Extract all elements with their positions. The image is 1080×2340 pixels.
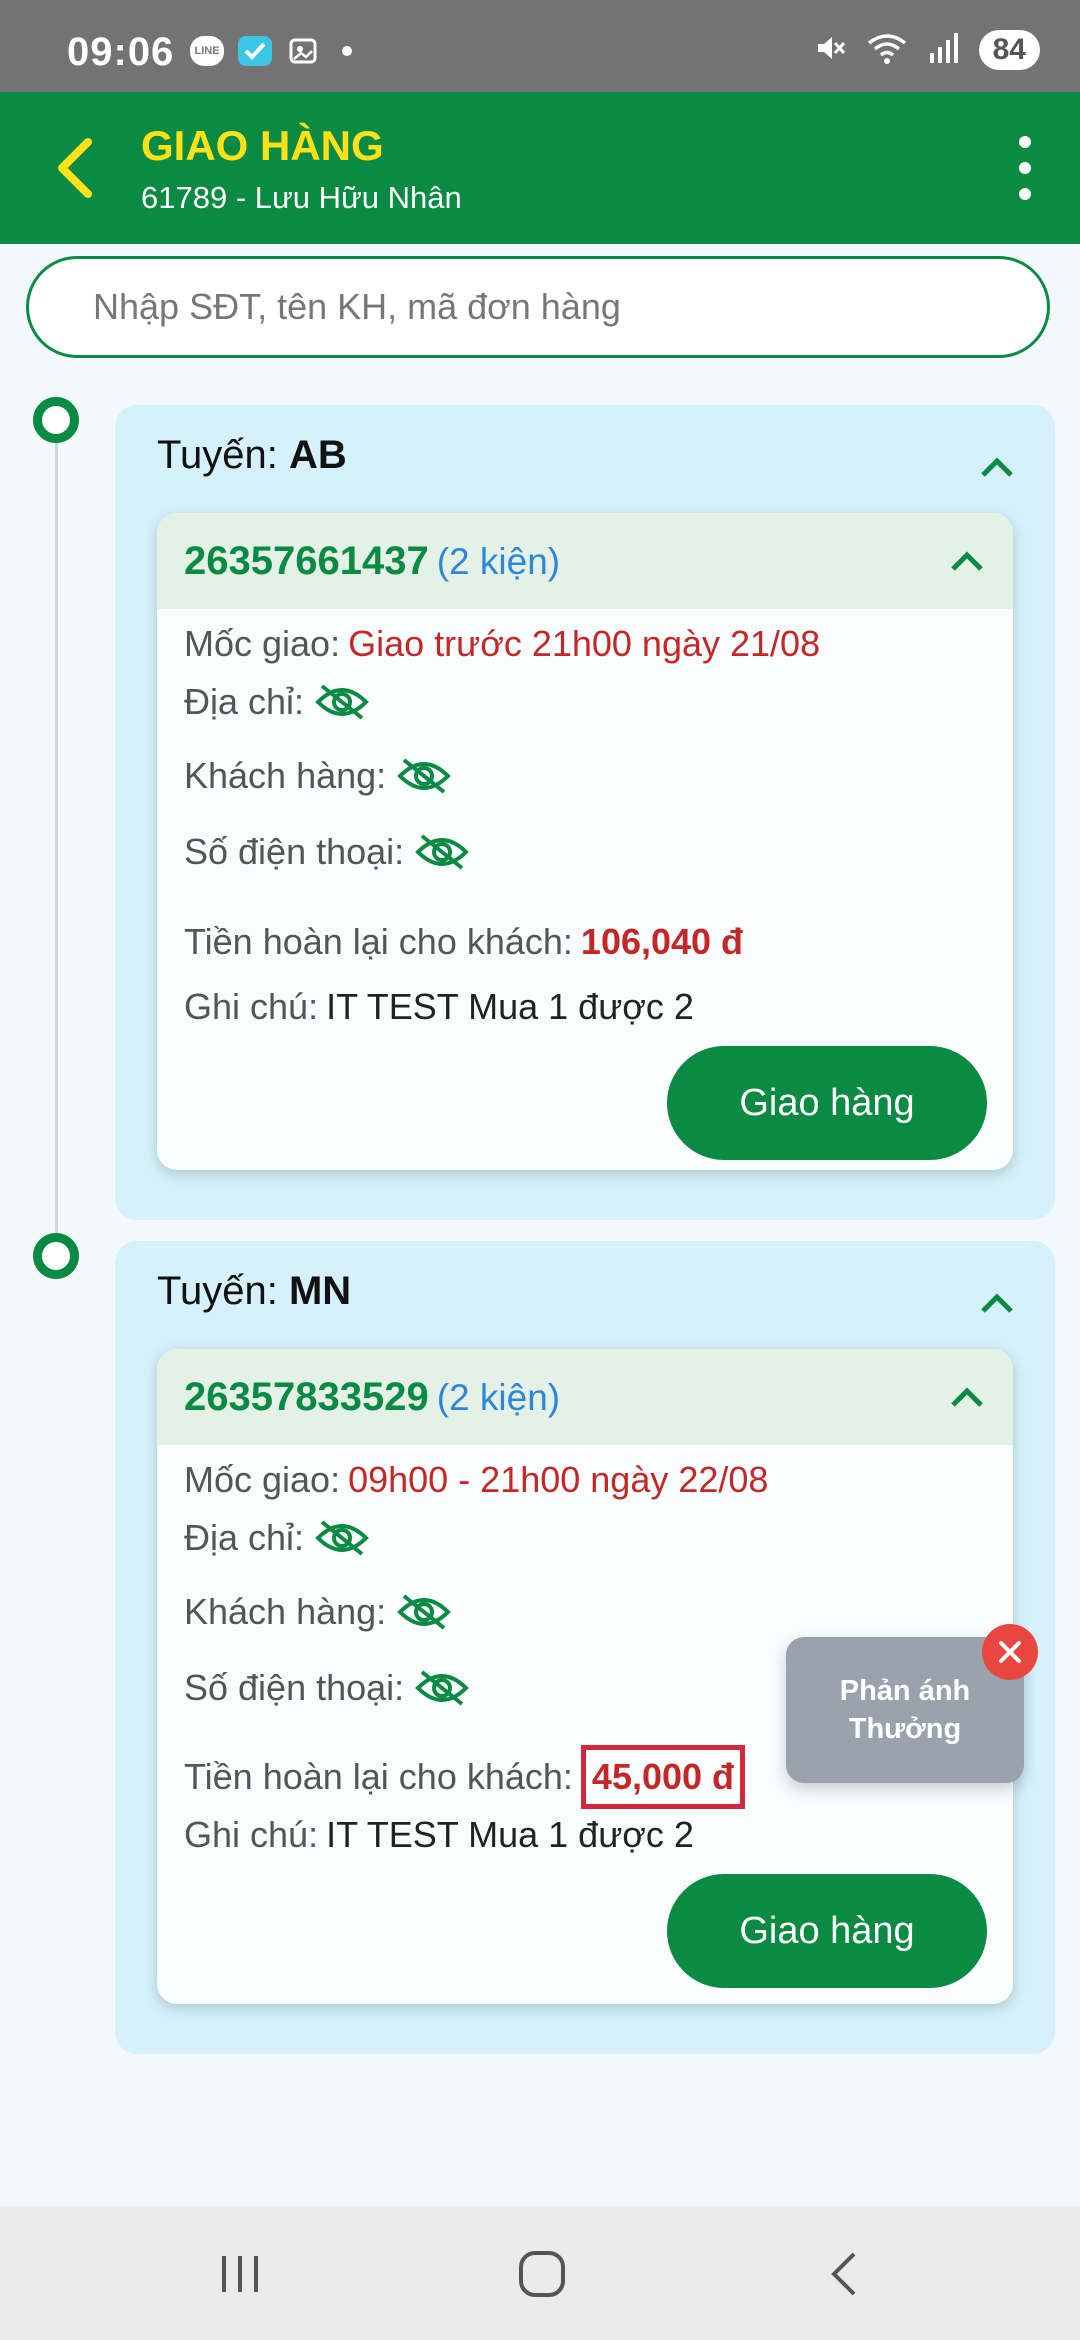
feedback-line-2: Thưởng (848, 1713, 962, 1745)
order-collapse-button[interactable] (947, 541, 987, 581)
customer-row: Khách hàng: (184, 755, 452, 797)
milestone-row: Mốc giao: Giao trước 21h00 ngày 21/08 (184, 623, 820, 665)
home-button[interactable] (502, 2242, 582, 2306)
order-id-line: 26357833529 (2 kiện) (184, 1375, 560, 1420)
address-row: Địa chỉ: (184, 1517, 370, 1559)
dot-icon (342, 46, 352, 56)
recent-apps-button[interactable] (200, 2242, 280, 2306)
close-icon (999, 1641, 1021, 1663)
more-dot-icon (1019, 162, 1031, 174)
chevron-up-icon (951, 1387, 983, 1407)
deliver-button[interactable]: Giao hàng (667, 1874, 987, 1988)
order-card-header[interactable]: 26357661437 (2 kiện) (157, 513, 1013, 609)
back-nav-button[interactable] (804, 2242, 884, 2306)
eye-off-icon[interactable] (414, 1668, 470, 1708)
address-row: Địa chỉ: (184, 681, 370, 723)
phone-label: Số điện thoại: (184, 831, 405, 872)
milestone-label: Mốc giao: (184, 1459, 341, 1500)
route-section-ab: Tuyến: AB 26357661437 (2 kiện) Mốc giao: G… (115, 405, 1055, 1220)
status-right-icons: 84 (813, 30, 1040, 70)
route-name: AB (288, 433, 347, 477)
package-count: (2 kiện) (436, 1377, 561, 1418)
battery-indicator: 84 (978, 30, 1040, 70)
timeline-line (55, 420, 58, 1260)
note-label: Ghi chú: (184, 1814, 319, 1855)
status-bar: 09:06 LINE 84 (0, 0, 1080, 92)
refund-row: Tiền hoàn lại cho khách: 106,040 đ (184, 921, 743, 963)
phone-row: Số điện thoại: (184, 831, 470, 873)
note-value: IT TEST Mua 1 được 2 (326, 986, 694, 1027)
home-icon (519, 2251, 565, 2297)
signal-icon (927, 31, 961, 70)
order-collapse-button[interactable] (947, 1377, 987, 1417)
package-count: (2 kiện) (436, 541, 561, 582)
check-app-icon (238, 36, 272, 66)
milestone-value: 09h00 - 21h00 ngày 22/08 (348, 1459, 769, 1500)
screenshot-icon (286, 36, 320, 66)
page-subtitle: 61789 - Lưu Hữu Nhân (141, 180, 462, 215)
route-collapse-button[interactable] (977, 447, 1017, 487)
system-nav-bar (0, 2206, 1080, 2340)
status-time: 09:06 (67, 30, 175, 74)
note-value: IT TEST Mua 1 được 2 (326, 1814, 694, 1855)
more-dot-icon (1019, 136, 1031, 148)
route-header: Tuyến: MN (157, 1269, 351, 1314)
recent-apps-icon (222, 2256, 258, 2292)
back-button[interactable] (40, 130, 110, 206)
route-prefix-label: Tuyến: (157, 1269, 278, 1313)
chevron-up-icon (981, 1293, 1013, 1313)
close-feedback-button[interactable] (982, 1624, 1038, 1680)
back-arrow-icon (58, 138, 92, 198)
mute-icon (813, 31, 847, 70)
refund-label: Tiền hoàn lại cho khách: (184, 921, 573, 962)
more-dot-icon (1019, 188, 1031, 200)
app-bar: GIAO HÀNG 61789 - Lưu Hữu Nhân (0, 92, 1080, 244)
route-collapse-button[interactable] (977, 1283, 1017, 1323)
order-id: 26357661437 (184, 539, 429, 583)
eye-off-icon[interactable] (414, 832, 470, 872)
search-box (26, 256, 1050, 358)
search-input[interactable] (29, 259, 1047, 355)
phone-row: Số điện thoại: (184, 1667, 470, 1709)
order-card-header[interactable]: 26357833529 (2 kiện) (157, 1349, 1013, 1445)
milestone-row: Mốc giao: 09h00 - 21h00 ngày 22/08 (184, 1459, 768, 1501)
more-menu-button[interactable] (1000, 132, 1050, 204)
refund-row: Tiền hoàn lại cho khách: 45,000 đ (184, 1745, 746, 1809)
chevron-up-icon (981, 457, 1013, 477)
route-name: MN (288, 1269, 352, 1313)
status-left-icons: LINE (190, 36, 352, 66)
order-id: 26357833529 (184, 1375, 429, 1419)
milestone-label: Mốc giao: (184, 623, 341, 664)
eye-off-icon[interactable] (396, 756, 452, 796)
note-row: Ghi chú: IT TEST Mua 1 được 2 (184, 986, 694, 1028)
feedback-line-1: Phản ánh (839, 1675, 971, 1707)
eye-off-icon[interactable] (314, 1518, 370, 1558)
route-prefix-label: Tuyến: (157, 433, 278, 477)
timeline-dot (33, 397, 79, 443)
note-label: Ghi chú: (184, 986, 319, 1027)
route-header: Tuyến: AB (157, 433, 347, 478)
customer-row: Khách hàng: (184, 1591, 452, 1633)
phone-label: Số điện thoại: (184, 1667, 405, 1708)
wifi-icon (865, 31, 909, 70)
refund-value: 106,040 đ (580, 921, 744, 962)
eye-off-icon[interactable] (396, 1592, 452, 1632)
note-row: Ghi chú: IT TEST Mua 1 được 2 (184, 1814, 694, 1856)
customer-label: Khách hàng: (184, 755, 387, 796)
line-icon: LINE (190, 36, 224, 66)
refund-value-highlighted: 45,000 đ (580, 1745, 746, 1809)
customer-label: Khách hàng: (184, 1591, 387, 1632)
deliver-button[interactable]: Giao hàng (667, 1046, 987, 1160)
timeline-dot (33, 1233, 79, 1279)
eye-off-icon[interactable] (314, 682, 370, 722)
address-label: Địa chỉ: (184, 1517, 305, 1558)
order-id-line: 26357661437 (2 kiện) (184, 539, 560, 584)
back-nav-icon (831, 2252, 856, 2296)
order-card: 26357661437 (2 kiện) Mốc giao: Giao trước … (157, 513, 1013, 1170)
milestone-value: Giao trước 21h00 ngày 21/08 (348, 623, 821, 664)
chevron-up-icon (951, 551, 983, 571)
refund-label: Tiền hoàn lại cho khách: (184, 1756, 573, 1797)
page-title: GIAO HÀNG (141, 122, 384, 169)
address-label: Địa chỉ: (184, 681, 305, 722)
